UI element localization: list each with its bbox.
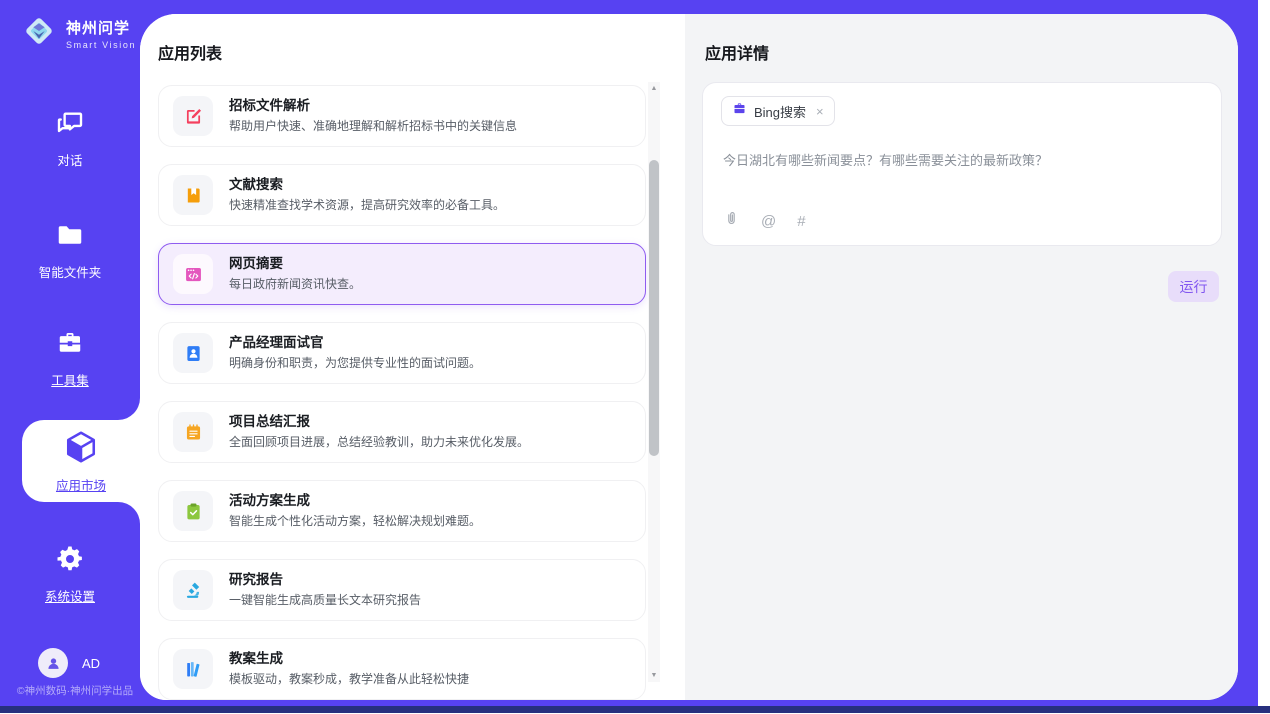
brand-subtitle: Smart Vision: [66, 40, 136, 50]
app-detail-panel: 应用详情 Bing搜索 × 今日湖北有哪些新闻要点？有哪些需要关注的最新政策？: [685, 14, 1238, 700]
app-card-title: 文献搜索: [229, 177, 505, 194]
avatar: [38, 648, 68, 678]
app-card-desc: 明确身份和职责，为您提供专业性的面试问题。: [229, 356, 481, 371]
bing-search-tag[interactable]: Bing搜索 ×: [721, 96, 835, 126]
sidebar-item-label: 智能文件夹: [39, 262, 102, 281]
sidebar-footer: ©神州数码·神州问学出品: [0, 683, 150, 698]
app-card-desc: 模板驱动，教案秒成，教学准备从此轻松快捷: [229, 672, 469, 687]
tab-curve-bottom: [118, 502, 140, 524]
app-card-desc: 帮助用户快速、准确地理解和解析招标书中的关键信息: [229, 119, 517, 134]
composer-toolbar: @ #: [723, 210, 806, 232]
sidebar-item-label: 对话: [57, 150, 82, 169]
hash-icon[interactable]: #: [797, 213, 805, 230]
close-icon[interactable]: ×: [816, 104, 824, 119]
app-list-panel: 应用列表 招标文件解析 帮助用户快速、准确地理解和解析招标书中的关键信息: [140, 14, 685, 700]
brand-name: 神州问学: [66, 17, 136, 38]
app-card-research-report[interactable]: 研究报告 一键智能生成高质量长文本研究报告: [158, 559, 646, 621]
folder-icon: [55, 220, 85, 255]
user-name: AD: [82, 656, 100, 671]
brand-logo: 神州问学 Smart Vision: [20, 12, 136, 55]
edit-icon: [173, 96, 213, 136]
user-account[interactable]: AD: [38, 648, 100, 678]
app-detail-title: 应用详情: [705, 40, 769, 64]
app-card-desc: 每日政府新闻资讯快查。: [229, 277, 361, 292]
mention-icon[interactable]: @: [761, 213, 776, 230]
app-cards: 招标文件解析 帮助用户快速、准确地理解和解析招标书中的关键信息 文献搜索 快速精…: [158, 85, 646, 700]
app-card-project-summary[interactable]: 项目总结汇报 全面回顾项目进展，总结经验教训，助力未来优化发展。: [158, 401, 646, 463]
app-window: 神州问学 Smart Vision 对话 智能文件夹 工具集: [0, 0, 1258, 706]
content-area: 应用列表 招标文件解析 帮助用户快速、准确地理解和解析招标书中的关键信息: [140, 14, 1238, 700]
tag-label: Bing搜索: [754, 102, 806, 121]
app-list-title: 应用列表: [158, 40, 222, 64]
sidebar-item-smart-folder[interactable]: 智能文件夹: [0, 220, 140, 281]
app-card-title: 教案生成: [229, 651, 469, 668]
app-card-lesson-plan[interactable]: 教案生成 模板驱动，教案秒成，教学准备从此轻松快捷: [158, 638, 646, 700]
app-card-title: 招标文件解析: [229, 98, 517, 115]
tab-curve-top: [118, 398, 140, 420]
sidebar-item-toolset[interactable]: 工具集: [0, 328, 140, 389]
run-button[interactable]: 运行: [1168, 271, 1219, 302]
sidebar-item-app-market[interactable]: 应用市场: [22, 420, 140, 502]
list-scrollbar[interactable]: ▲ ▼: [648, 82, 660, 682]
chat-icon: [55, 108, 85, 143]
app-card-literature-search[interactable]: 文献搜索 快速精准查找学术资源，提高研究效率的必备工具。: [158, 164, 646, 226]
gem-logo-icon: [20, 12, 58, 55]
prompt-card[interactable]: Bing搜索 × 今日湖北有哪些新闻要点？有哪些需要关注的最新政策？ @ #: [702, 82, 1222, 246]
app-card-title: 研究报告: [229, 572, 421, 589]
app-card-event-plan[interactable]: 活动方案生成 智能生成个性化活动方案，轻松解决规划难题。: [158, 480, 646, 542]
sidebar-item-label: 应用市场: [56, 475, 106, 494]
sidebar-item-label: 系统设置: [45, 586, 95, 605]
app-card-desc: 一键智能生成高质量长文本研究报告: [229, 593, 421, 608]
microscope-icon: [173, 570, 213, 610]
question-text[interactable]: 今日湖北有哪些新闻要点？有哪些需要关注的最新政策？: [723, 151, 1193, 171]
scrollbar-thumb[interactable]: [649, 160, 659, 456]
app-card-title: 活动方案生成: [229, 493, 481, 510]
scroll-down-icon[interactable]: ▼: [648, 672, 660, 679]
bottom-bar: [0, 706, 1270, 713]
app-card-title: 网页摘要: [229, 256, 361, 273]
toolbox-icon: [55, 328, 85, 363]
app-card-title: 产品经理面试官: [229, 335, 481, 352]
browser-code-icon: [173, 254, 213, 294]
sidebar-item-label: 工具集: [51, 370, 89, 389]
interviewer-icon: [173, 333, 213, 373]
app-card-pm-interviewer[interactable]: 产品经理面试官 明确身份和职责，为您提供专业性的面试问题。: [158, 322, 646, 384]
notebook-icon: [173, 412, 213, 452]
cube-icon: [63, 429, 99, 470]
paperclip-icon[interactable]: [723, 210, 740, 232]
sidebar-item-chat[interactable]: 对话: [0, 108, 140, 169]
scroll-up-icon[interactable]: ▲: [648, 85, 660, 92]
app-card-desc: 智能生成个性化活动方案，轻松解决规划难题。: [229, 514, 481, 529]
app-card-title: 项目总结汇报: [229, 414, 529, 431]
clipboard-check-icon: [173, 491, 213, 531]
app-card-web-summary[interactable]: 网页摘要 每日政府新闻资讯快查。: [158, 243, 646, 305]
gear-icon: [55, 544, 85, 579]
sidebar-item-settings[interactable]: 系统设置: [0, 544, 140, 605]
app-card-bid-analysis[interactable]: 招标文件解析 帮助用户快速、准确地理解和解析招标书中的关键信息: [158, 85, 646, 147]
app-card-desc: 快速精准查找学术资源，提高研究效率的必备工具。: [229, 198, 505, 213]
briefcase-icon: [732, 101, 747, 121]
book-icon: [173, 175, 213, 215]
books-icon: [173, 649, 213, 689]
app-card-desc: 全面回顾项目进展，总结经验教训，助力未来优化发展。: [229, 435, 529, 450]
